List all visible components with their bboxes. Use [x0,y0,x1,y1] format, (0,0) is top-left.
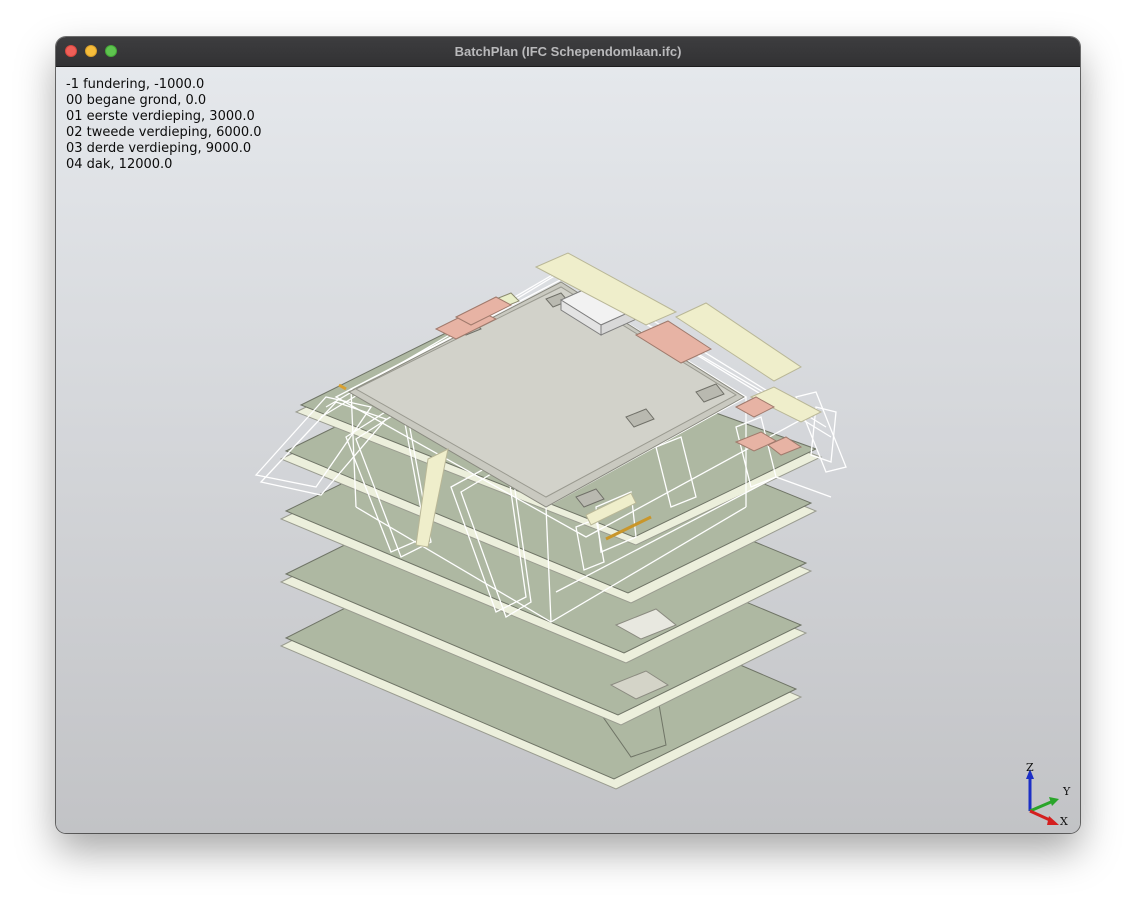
building-model[interactable] [56,67,1080,833]
storey-item: 04 dak, 12000.0 [66,157,173,172]
window-title: BatchPlan (IFC Schependomlaan.ifc) [454,44,682,59]
z-axis-label: Z [1026,761,1034,774]
storey-item: 03 derde verdieping, 9000.0 [66,141,252,156]
axis-gizmo: Z Y X [1026,761,1071,827]
y-axis-line [1029,800,1052,813]
y-axis-arrow [1049,797,1059,806]
storey-item: 00 begane grond, 0.0 [66,93,207,108]
x-axis-arrow [1047,816,1059,825]
storey-item: -1 fundering, -1000.0 [66,77,205,92]
3d-viewport[interactable]: -1 fundering, -1000.0 00 begane grond, 0… [56,67,1080,833]
storey-list: -1 fundering, -1000.0 00 begane grond, 0… [66,77,262,173]
y-axis-label: Y [1062,785,1071,798]
app-window: BatchPlan (IFC Schependomlaan.ifc) -1 fu… [56,37,1080,833]
storey-item: 01 eerste verdieping, 3000.0 [66,109,255,124]
x-axis-label: X [1060,815,1068,827]
title-bar[interactable]: BatchPlan (IFC Schependomlaan.ifc) [56,37,1080,67]
storey-item: 02 tweede verdieping, 6000.0 [66,125,262,140]
